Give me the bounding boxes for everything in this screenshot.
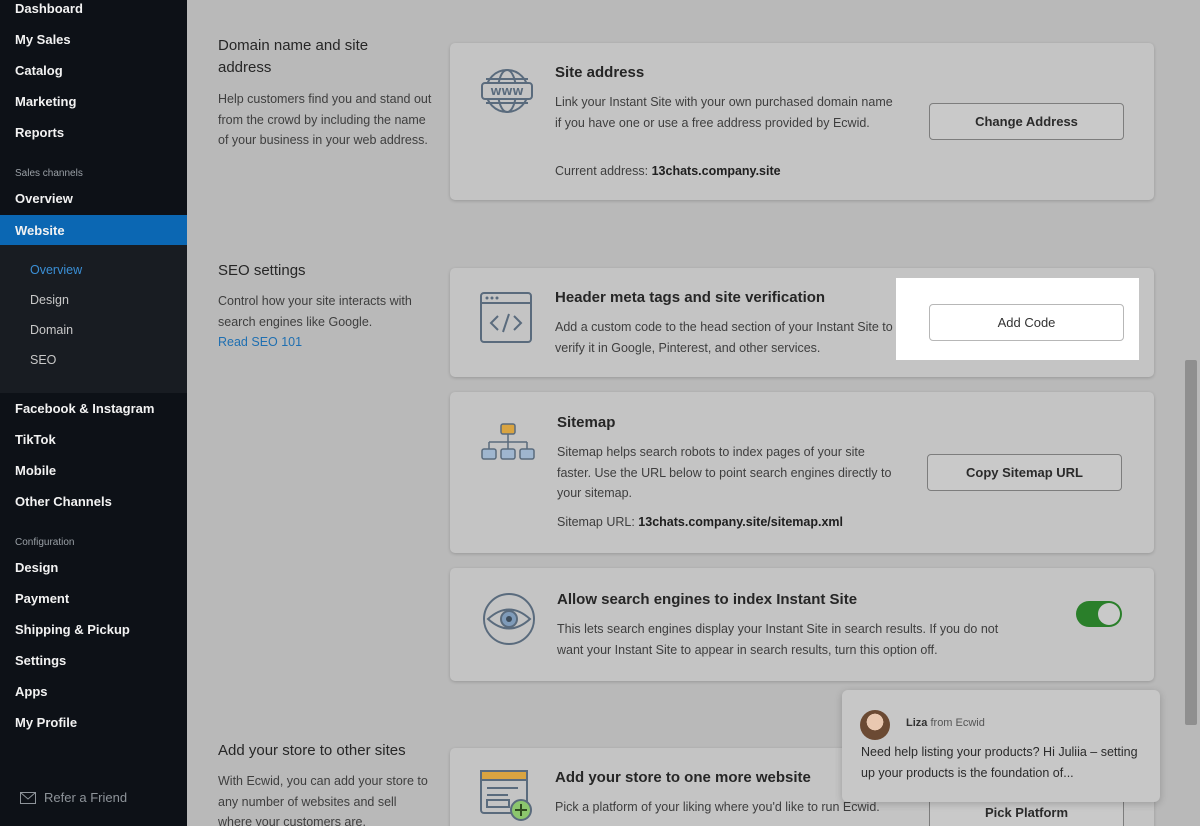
nav-overview[interactable]: Overview bbox=[0, 187, 187, 211]
index-text: This lets search engines display your In… bbox=[557, 622, 999, 657]
website-subnav bbox=[0, 245, 187, 393]
nav-catalog[interactable]: Catalog bbox=[0, 59, 187, 83]
subnav-design[interactable]: Design bbox=[30, 293, 69, 307]
envelope-icon bbox=[20, 791, 36, 804]
nav-reports[interactable]: Reports bbox=[0, 121, 187, 145]
seo-section-title: SEO settings bbox=[218, 262, 306, 279]
chat-header: Liza from Ecwid bbox=[906, 717, 985, 729]
sitemap-tree-icon bbox=[481, 423, 535, 460]
nav-my-profile[interactable]: My Profile bbox=[0, 711, 187, 735]
nav-my-sales[interactable]: My Sales bbox=[0, 28, 187, 52]
change-address-button[interactable]: Change Address bbox=[929, 103, 1124, 140]
index-toggle[interactable] bbox=[1076, 601, 1122, 627]
nav-payment[interactable]: Payment bbox=[0, 587, 187, 611]
nav-mobile[interactable]: Mobile bbox=[0, 459, 187, 483]
site-address-text: Link your Instant Site with your own pur… bbox=[555, 95, 893, 130]
website-add-icon bbox=[480, 770, 532, 821]
toggle-knob bbox=[1098, 603, 1120, 625]
sitemap-url-row: Sitemap URL: 13chats.company.site/sitema… bbox=[557, 512, 917, 533]
nav-facebook-instagram[interactable]: Facebook & Instagram bbox=[0, 397, 187, 421]
subnav-seo[interactable]: SEO bbox=[30, 353, 56, 367]
sitemap-title: Sitemap bbox=[557, 414, 616, 431]
meta-tags-title: Header meta tags and site verification bbox=[555, 289, 826, 306]
nav-shipping-pickup[interactable]: Shipping & Pickup bbox=[0, 618, 187, 642]
sitemap-url-label: Sitemap URL: bbox=[557, 515, 635, 529]
index-card: Allow search engines to index Instant Si… bbox=[450, 568, 1154, 681]
add-code-button[interactable]: Add Code bbox=[929, 304, 1124, 341]
site-address-card: WWW Site address Link your Instant Site … bbox=[450, 43, 1154, 200]
seo-section-desc: Control how your site interacts with sea… bbox=[218, 294, 412, 329]
scrollbar[interactable] bbox=[1185, 360, 1197, 725]
nav-marketing[interactable]: Marketing bbox=[0, 90, 187, 114]
chat-agent-from: from Ecwid bbox=[930, 717, 985, 729]
store-section-title: Add your store to other sites bbox=[218, 742, 406, 759]
svg-text:WWW: WWW bbox=[490, 87, 523, 98]
copy-sitemap-url-button[interactable]: Copy Sitemap URL bbox=[927, 454, 1122, 491]
sales-channels-label: Sales channels bbox=[15, 168, 83, 179]
eye-icon bbox=[483, 593, 535, 645]
meta-tags-text: Add a custom code to the head section of… bbox=[555, 320, 893, 355]
nav-apps[interactable]: Apps bbox=[0, 680, 187, 704]
nav-design[interactable]: Design bbox=[0, 556, 187, 580]
current-address-label: Current address: bbox=[555, 164, 649, 178]
nav-settings[interactable]: Settings bbox=[0, 649, 187, 673]
www-globe-icon: WWW bbox=[481, 69, 533, 113]
subnav-overview[interactable]: Overview bbox=[30, 263, 82, 277]
sitemap-card: Sitemap Sitemap helps search robots to i… bbox=[450, 392, 1154, 553]
add-store-title: Add your store to one more website bbox=[555, 769, 811, 786]
nav-website[interactable]: Website bbox=[0, 215, 187, 246]
current-address-row: Current address: 13chats.company.site bbox=[555, 161, 895, 182]
read-seo-link[interactable]: Read SEO 101 bbox=[218, 332, 433, 353]
current-address-value: 13chats.company.site bbox=[651, 164, 781, 178]
domain-section-title: Domain name and site address bbox=[218, 37, 369, 76]
sitemap-url-value: 13chats.company.site/sitemap.xml bbox=[638, 515, 844, 529]
index-title: Allow search engines to index Instant Si… bbox=[557, 591, 858, 608]
chat-message: Need help listing your products? Hi Juli… bbox=[861, 745, 1138, 780]
avatar bbox=[860, 710, 890, 740]
configuration-label: Configuration bbox=[15, 537, 75, 548]
refer-a-friend-link[interactable]: Refer a Friend bbox=[20, 790, 127, 805]
nav-dashboard[interactable]: Dashboard bbox=[0, 0, 187, 21]
chat-popup[interactable]: Liza from Ecwid Need help listing your p… bbox=[842, 690, 1160, 802]
nav-tiktok[interactable]: TikTok bbox=[0, 428, 187, 452]
code-window-icon bbox=[480, 292, 532, 343]
sidebar: Dashboard My Sales Catalog Marketing Rep… bbox=[0, 0, 187, 826]
nav-other-channels[interactable]: Other Channels bbox=[0, 490, 187, 514]
subnav-domain[interactable]: Domain bbox=[30, 323, 73, 337]
chat-agent-name: Liza bbox=[906, 717, 928, 729]
store-section-desc: With Ecwid, you can add your store to an… bbox=[218, 774, 428, 826]
sitemap-text: Sitemap helps search robots to index pag… bbox=[557, 445, 892, 500]
site-address-title: Site address bbox=[555, 64, 645, 81]
domain-section-desc: Help customers find you and stand out fr… bbox=[218, 92, 432, 147]
refer-label: Refer a Friend bbox=[44, 790, 128, 805]
